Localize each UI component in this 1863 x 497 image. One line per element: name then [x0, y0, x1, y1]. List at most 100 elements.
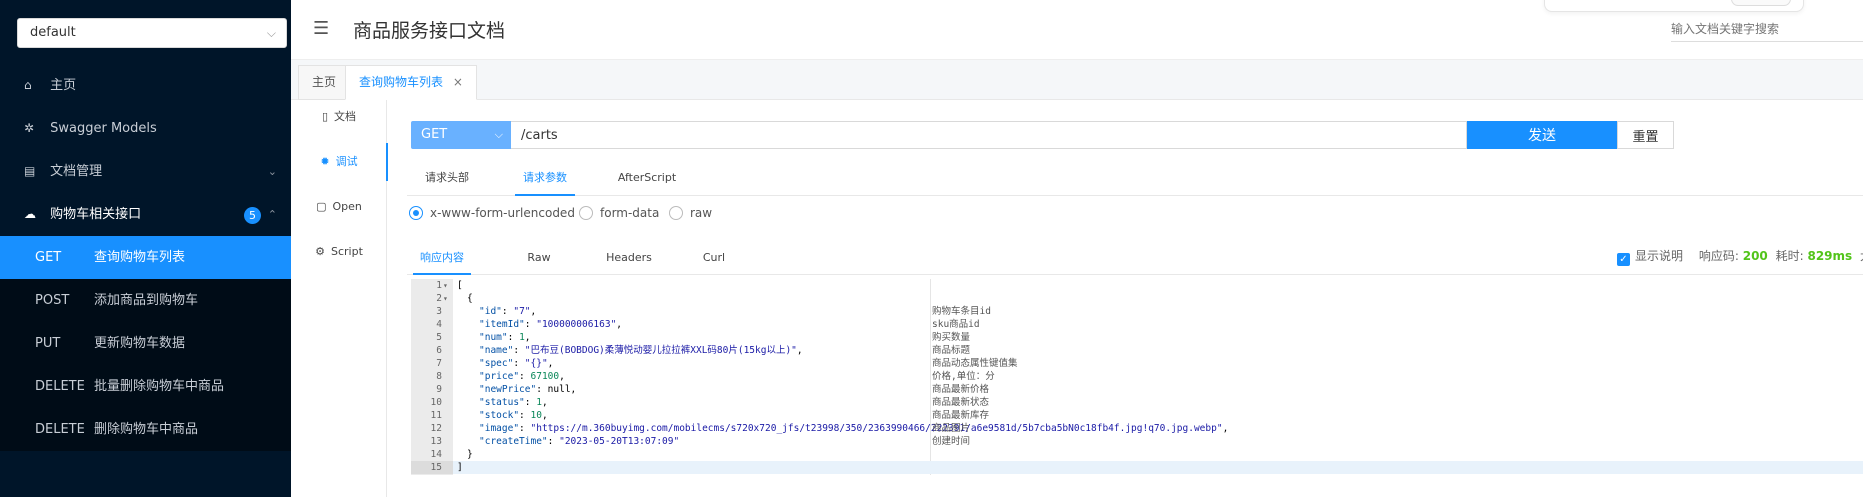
- tab-headers[interactable]: Headers: [596, 242, 662, 275]
- tab-debug[interactable]: ✹ 调试: [291, 143, 388, 181]
- api-label: 更新购物车数据: [94, 336, 186, 351]
- json-value: 1: [519, 332, 525, 343]
- json-key: "spec": [479, 358, 514, 369]
- search-input[interactable]: [1671, 18, 1863, 40]
- show-desc-label: 显示说明: [1635, 249, 1684, 263]
- line-number: 8: [436, 371, 442, 382]
- status-code: 200: [1742, 249, 1768, 263]
- api-item-put-cart[interactable]: PUT 更新购物车数据: [0, 322, 291, 365]
- json-value: 1: [536, 397, 542, 408]
- json-value: "巴布豆(BOBDOG)柔薄悦动婴儿拉拉裤XXL码80片(15kg以上)": [524, 345, 797, 356]
- tab-raw[interactable]: Raw: [519, 242, 559, 275]
- close-icon[interactable]: ×: [453, 75, 463, 89]
- tab-get-carts[interactable]: 查询购物车列表 ×: [345, 65, 477, 100]
- chevron-down-icon: ⌄: [267, 165, 277, 178]
- tab-open[interactable]: ▢ Open: [291, 192, 387, 222]
- api-label: 添加商品到购物车: [94, 293, 199, 308]
- tab-doc[interactable]: ▯ 文档: [291, 102, 387, 132]
- line-number: 15: [430, 462, 442, 473]
- code-line: 1 ▾ [: [411, 279, 931, 292]
- json-value: "100000006163": [536, 319, 617, 330]
- code-text: {: [467, 293, 473, 304]
- http-method: PUT: [35, 336, 61, 351]
- tab-script[interactable]: ⚙ Script: [291, 237, 387, 267]
- fold-arrow-icon[interactable]: ▾: [443, 292, 448, 305]
- code-line: 9 "newPrice": null,: [411, 383, 931, 396]
- radio-label: raw: [690, 206, 713, 220]
- json-value: 10: [530, 410, 542, 421]
- code-line: 14 }: [411, 448, 931, 461]
- code-text: [: [457, 280, 463, 291]
- response-editor[interactable]: 1 ▾ [ 2 ▾ { 3 "id": "7", 4 "itemId": "1000…: [411, 279, 1863, 497]
- sidebar-item-label: 文档管理: [50, 164, 103, 179]
- tab-label: 查询购物车列表: [359, 75, 444, 89]
- fold-arrow-icon[interactable]: ▾: [443, 279, 448, 292]
- code-line: 6 "name": "巴布豆(BOBDOG)柔薄悦动婴儿拉拉裤XXL码80片(1…: [411, 344, 931, 357]
- checkbox-checked-icon[interactable]: ✓: [1617, 253, 1630, 266]
- elapsed-time: 829ms: [1807, 249, 1853, 263]
- popup-pill: [1731, 0, 1791, 6]
- code-line: 3 "id": "7",: [411, 305, 931, 318]
- json-value: 67100: [530, 371, 560, 382]
- http-method: DELETE: [35, 422, 85, 437]
- send-button[interactable]: 发送: [1467, 121, 1617, 149]
- api-item-post-cart[interactable]: POST 添加商品到购物车: [0, 279, 291, 322]
- json-key: "stock": [479, 410, 520, 421]
- api-item-get-carts[interactable]: GET 查询购物车列表: [0, 236, 291, 279]
- line-number: 11: [430, 410, 442, 421]
- url-input[interactable]: [511, 121, 1467, 149]
- field-description: 购买数量: [932, 332, 971, 343]
- sidebar-item-home[interactable]: ⌂ 主页: [0, 64, 291, 107]
- sidebar-item-cart-apis[interactable]: ☁ 购物车相关接口 5 ⌃: [0, 193, 291, 236]
- code-line: 8 "price": 67100,: [411, 370, 931, 383]
- line-number: 7: [436, 358, 442, 369]
- code-line: 4 "itemId": "100000006163",: [411, 318, 931, 331]
- sidebar-item-document-manage[interactable]: ▤ 文档管理 ⌄: [0, 150, 291, 193]
- cloud-icon: ☁: [24, 207, 36, 221]
- sidebar-item-swagger-models[interactable]: ✲ Swagger Models: [0, 107, 291, 150]
- field-description: 购物车条目id: [932, 306, 991, 317]
- tab-response-body[interactable]: 响应内容: [413, 242, 471, 275]
- api-label: 删除购物车中商品: [94, 422, 199, 437]
- time-label: 耗时:: [1775, 249, 1804, 263]
- json-key: "image": [479, 423, 520, 434]
- line-number: 9: [436, 384, 442, 395]
- page-tabs-bar: 主页 查询购物车列表 ×: [291, 60, 1863, 100]
- reset-button[interactable]: 重置: [1617, 121, 1674, 149]
- line-number: 12: [430, 423, 442, 434]
- document-manage-icon: ▤: [24, 164, 36, 178]
- json-key: "price": [479, 371, 520, 382]
- json-value: "https://m.360buyimg.com/mobilecms/s720x…: [530, 423, 1223, 434]
- radio-label: x-www-form-urlencoded: [430, 206, 575, 220]
- tab-label: 主页: [312, 75, 337, 89]
- radio-urlencoded[interactable]: x-www-form-urlencoded: [409, 205, 575, 223]
- group-select[interactable]: default ⌵: [17, 18, 287, 48]
- field-description: 商品图片: [932, 423, 971, 434]
- radio-form-data[interactable]: form-data: [579, 205, 659, 223]
- code-text: ]: [457, 462, 463, 473]
- tab-home[interactable]: 主页: [298, 65, 351, 100]
- method-select[interactable]: GET ⌵: [411, 121, 511, 149]
- json-value: "7": [513, 306, 531, 317]
- swagger-models-icon: ✲: [24, 121, 35, 135]
- code-line: 2 ▾ {: [411, 292, 931, 305]
- api-item-delete-cart[interactable]: DELETE 删除购物车中商品: [0, 408, 291, 451]
- code-line-active: 15 ]: [411, 461, 1863, 474]
- tab-after-script[interactable]: AfterScript: [608, 163, 686, 196]
- json-key: "num": [479, 332, 508, 343]
- http-method: GET: [35, 250, 62, 265]
- http-method: DELETE: [35, 379, 85, 394]
- json-key: "name": [479, 345, 514, 356]
- tab-request-headers[interactable]: 请求头部: [417, 163, 477, 196]
- tab-request-params[interactable]: 请求参数: [515, 163, 575, 196]
- json-value: "{}": [524, 358, 548, 369]
- radio-raw[interactable]: raw: [669, 205, 712, 223]
- api-item-batch-delete-cart[interactable]: DELETE 批量删除购物车中商品: [0, 365, 291, 408]
- menu-toggle-icon[interactable]: ☰: [313, 18, 329, 39]
- tab-curl[interactable]: Curl: [696, 242, 732, 275]
- field-description: 商品动态属性键值集: [932, 358, 1018, 369]
- radio-dot: [669, 206, 683, 220]
- line-number: 5: [436, 332, 442, 343]
- chevron-down-icon: ⌵: [494, 128, 503, 141]
- json-value: null: [547, 384, 571, 395]
